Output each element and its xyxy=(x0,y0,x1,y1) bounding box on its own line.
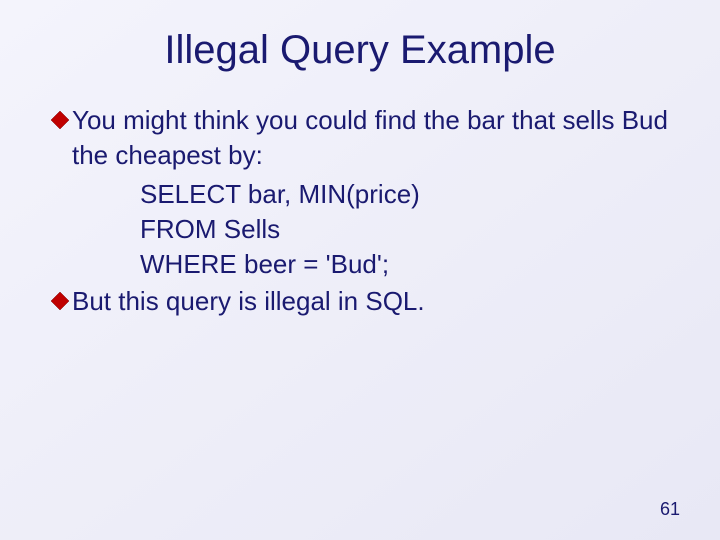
code-line: WHERE beer = 'Bud'; xyxy=(140,247,670,282)
page-number: 61 xyxy=(660,499,680,520)
code-line: SELECT bar, MIN(price) xyxy=(140,177,670,212)
slide-title: Illegal Query Example xyxy=(0,0,720,73)
slide-body: You might think you could find the bar t… xyxy=(0,73,720,320)
bullet-text: But this query is illegal in SQL. xyxy=(72,284,670,319)
diamond-bullet-icon xyxy=(50,291,70,311)
code-line: FROM Sells xyxy=(140,212,670,247)
diamond-bullet-icon xyxy=(50,110,70,130)
bullet-item: But this query is illegal in SQL. xyxy=(50,284,670,319)
slide: Illegal Query Example You might think yo… xyxy=(0,0,720,540)
bullet-item: You might think you could find the bar t… xyxy=(50,103,670,173)
code-block: SELECT bar, MIN(price) FROM Sells WHERE … xyxy=(140,177,670,282)
bullet-text: You might think you could find the bar t… xyxy=(72,103,670,173)
